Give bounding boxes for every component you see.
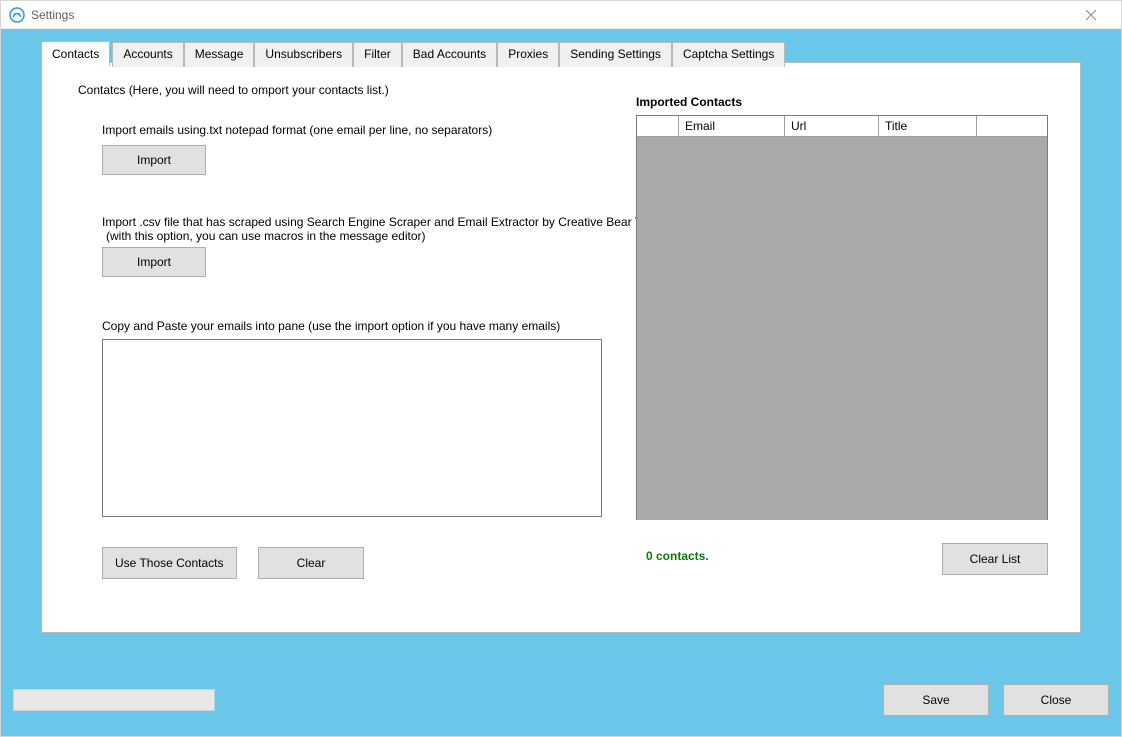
import-csv-hint-line2: (with this option, you can use macros in… [106,229,426,243]
grid-header-title[interactable]: Title [879,116,977,136]
import-txt-hint: Import emails using.txt notepad format (… [102,123,492,137]
import-csv-hint-line1: Import .csv file that has scraped using … [102,215,663,229]
tab-accounts[interactable]: Accounts [112,42,183,67]
grid-header-url[interactable]: Url [785,116,879,136]
paste-hint: Copy and Paste your emails into pane (us… [102,319,560,333]
imported-contacts-grid[interactable]: Email Url Title [636,115,1048,520]
bottom-bar: Save Close [13,676,1109,724]
tab-page-contacts: Contatcs (Here, you will need to omport … [41,62,1081,633]
import-txt-button[interactable]: Import [102,145,206,175]
titlebar: Settings [1,1,1121,29]
tab-unsubscribers[interactable]: Unsubscribers [254,42,353,67]
contacts-count-label: 0 contacts. [646,549,709,563]
paste-emails-textarea[interactable] [102,339,602,517]
contacts-header-label: Contatcs (Here, you will need to omport … [78,83,389,97]
import-csv-button[interactable]: Import [102,247,206,277]
tab-contacts[interactable]: Contacts [41,41,110,66]
tab-sending-settings[interactable]: Sending Settings [559,42,672,67]
grid-header-email[interactable]: Email [679,116,785,136]
tab-filter[interactable]: Filter [353,42,402,67]
use-those-contacts-button[interactable]: Use Those Contacts [102,547,237,579]
app-icon [9,7,25,23]
client-area: Contacts Accounts Message Unsubscribers … [1,29,1121,736]
tab-proxies[interactable]: Proxies [497,42,559,67]
grid-row-header-cell [637,116,679,136]
status-slot [13,689,215,711]
close-button[interactable]: Close [1003,684,1109,716]
save-button[interactable]: Save [883,684,989,716]
window-title: Settings [31,8,74,22]
tab-bad-accounts[interactable]: Bad Accounts [402,42,497,67]
grid-header-row: Email Url Title [637,116,1047,137]
clear-paste-button[interactable]: Clear [258,547,364,579]
grid-body-empty [637,137,1047,520]
contacts-content: Contatcs (Here, you will need to omport … [42,63,1080,632]
tab-host: Contacts Accounts Message Unsubscribers … [13,41,1109,633]
tab-strip: Contacts Accounts Message Unsubscribers … [43,41,785,66]
clear-list-button[interactable]: Clear List [942,543,1048,575]
window-close-button[interactable] [1069,1,1113,29]
settings-window: Settings Contacts Accounts Message Unsub… [0,0,1122,737]
tab-message[interactable]: Message [184,42,255,67]
imported-contacts-title: Imported Contacts [636,95,742,109]
close-icon [1086,10,1096,20]
tab-captcha-settings[interactable]: Captcha Settings [672,42,785,67]
